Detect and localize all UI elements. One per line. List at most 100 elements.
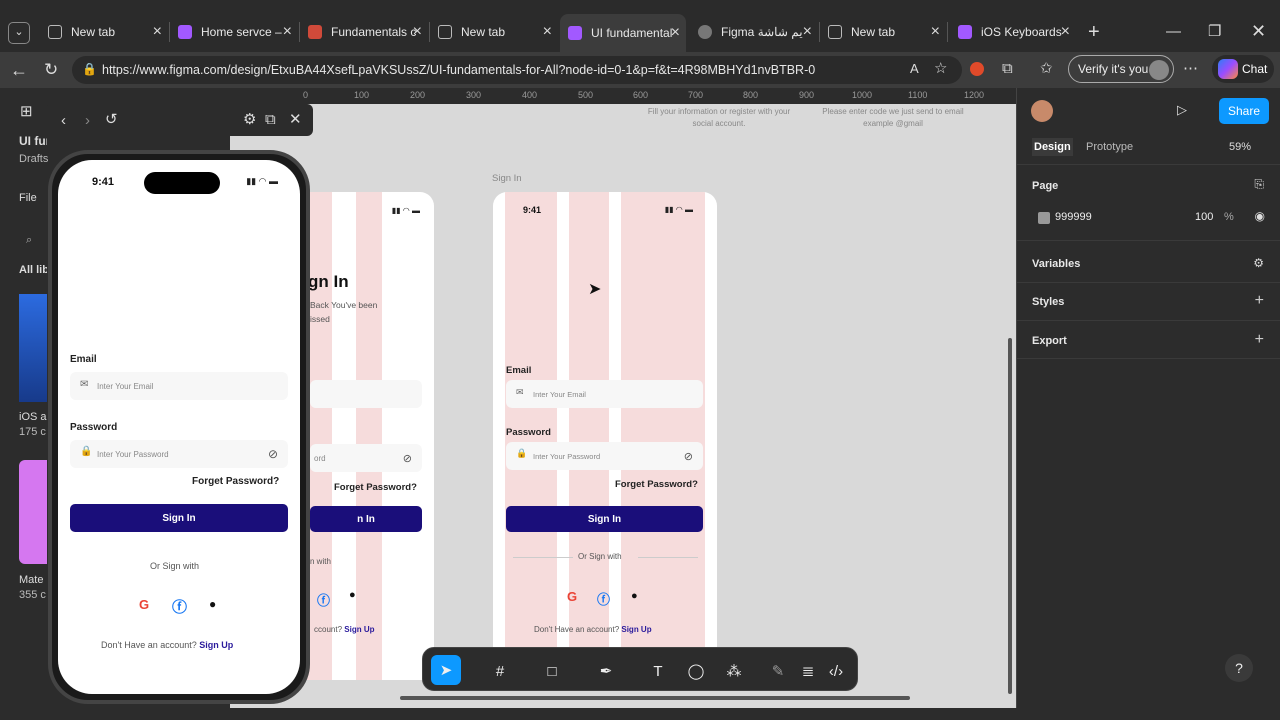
forgot-password-link[interactable]: Forget Password?	[615, 479, 698, 490]
partial-email-field[interactable]	[310, 380, 422, 408]
partial-signup-link[interactable]: Sign Up	[344, 625, 374, 634]
minimize-icon[interactable]: —	[1166, 24, 1181, 39]
actions-tool-icon[interactable]: ⁂	[721, 658, 747, 684]
signup-link[interactable]: Sign Up	[621, 625, 651, 634]
partial-signin-button[interactable]: n In	[310, 506, 422, 532]
phone-screen[interactable]: 9:41 ▮▮ ◠ ▬ Email ✉ Inter Your Email Pass…	[58, 160, 300, 694]
horizontal-scrollbar[interactable]	[400, 696, 910, 700]
password-field[interactable]: 🔒 Inter Your Password ⊘	[506, 442, 703, 470]
material-library-thumbnail[interactable]	[19, 460, 47, 564]
email-field[interactable]: ✉ Inter Your Email	[70, 372, 288, 400]
favorite-star-icon[interactable]: ☆	[934, 61, 947, 76]
text-tool-icon[interactable]: T	[645, 658, 671, 684]
close-icon[interactable]: ×	[153, 23, 162, 41]
tab-6[interactable]: New tab ×	[820, 16, 946, 48]
user-avatar[interactable]	[1031, 100, 1053, 122]
variables-icon[interactable]: ⚙	[1253, 257, 1264, 269]
signin-button[interactable]: Sign In	[506, 506, 703, 532]
eye-off-icon[interactable]: ⊘	[403, 452, 412, 465]
tab-prototype[interactable]: Prototype	[1086, 141, 1133, 153]
eye-off-icon[interactable]: ⊘	[684, 450, 693, 463]
more-icon[interactable]: ⋯	[1183, 61, 1198, 76]
drafts-label[interactable]: Drafts	[19, 153, 48, 165]
tab-design[interactable]: Design	[1032, 138, 1073, 156]
pen-tool-icon[interactable]: ✒	[593, 658, 619, 684]
eye-off-icon[interactable]: ⊘	[268, 447, 278, 461]
new-tab-icon[interactable]: +	[1088, 22, 1100, 42]
reload-icon[interactable]: ↻	[44, 61, 58, 78]
extensions-icon[interactable]: ⧉	[1002, 61, 1013, 76]
design-canvas[interactable]: Fill your information or register with y…	[230, 104, 1016, 708]
close-icon[interactable]: ×	[931, 23, 940, 41]
close-icon[interactable]: ×	[543, 23, 552, 41]
comment-tool-icon[interactable]: ◯	[683, 658, 709, 684]
close-window-icon[interactable]: ✕	[1251, 22, 1266, 40]
settings-sliders-icon[interactable]: ⚙	[243, 112, 256, 127]
eye-icon[interactable]: ◉	[1255, 210, 1265, 222]
facebook-icon[interactable]: ⓕ	[317, 590, 330, 609]
dev-mode-icon[interactable]: ‹/›	[823, 658, 849, 684]
design-mode-icon[interactable]: ≣	[795, 658, 821, 684]
partial-password-field[interactable]: ord ⊘	[310, 444, 422, 472]
open-external-icon[interactable]: ⧉	[265, 112, 276, 127]
ios-library-thumbnail[interactable]	[19, 294, 47, 402]
close-icon[interactable]: ×	[803, 23, 812, 41]
close-icon[interactable]: ×	[413, 23, 422, 41]
draw-mode-icon[interactable]: ✎	[765, 658, 791, 684]
tab-7[interactable]: iOS Keyboards ×	[950, 16, 1076, 48]
frame-signin[interactable]: 9:41 ▮▮ ◠ ▬ Email ✉ Inter Your Email Pass…	[493, 192, 717, 652]
email-field[interactable]: ✉ Inter Your Email	[506, 380, 703, 408]
close-icon[interactable]: ×	[671, 24, 680, 42]
back-icon[interactable]: ←	[10, 61, 28, 79]
help-button[interactable]: ?	[1225, 654, 1253, 682]
close-icon[interactable]: ✕	[289, 112, 302, 127]
password-field[interactable]: 🔒 Inter Your Password ⊘	[70, 440, 288, 468]
tab-3[interactable]: New tab ×	[430, 16, 558, 48]
tab-4-active[interactable]: UI fundamental ×	[560, 14, 686, 52]
page-color-value[interactable]: 999999	[1055, 211, 1092, 223]
read-aloud-icon[interactable]: A	[910, 62, 919, 75]
apple-icon[interactable]: ●	[631, 590, 638, 602]
present-icon[interactable]: ▷	[1177, 103, 1187, 116]
search-icon[interactable]: ⌕	[26, 234, 32, 247]
frame-label[interactable]: Sign In	[492, 173, 522, 184]
add-style-icon[interactable]: +	[1255, 292, 1264, 310]
figma-menu-icon[interactable]: ⊞	[20, 102, 33, 120]
restore-icon[interactable]: ❐	[1208, 24, 1221, 39]
tab-5[interactable]: Figma يم شاشة ×	[690, 16, 818, 48]
rectangle-tool-icon[interactable]: □	[539, 658, 565, 684]
url-field[interactable]: 🔒 https://www.figma.com/design/EtxuBA44X…	[72, 56, 962, 84]
collections-icon[interactable]: ✩	[1040, 61, 1053, 76]
restart-icon[interactable]: ↺	[105, 112, 118, 127]
signin-button[interactable]: Sign In	[70, 504, 288, 532]
page-settings-icon[interactable]: ⎘	[1254, 178, 1264, 190]
extension-red-icon[interactable]	[970, 62, 984, 76]
tab-list-icon[interactable]: ⌄	[8, 22, 30, 44]
close-icon[interactable]: ×	[1061, 23, 1070, 41]
google-icon[interactable]: G	[139, 597, 149, 612]
partial-forgot-link[interactable]: Forget Password?	[334, 482, 417, 493]
vertical-scrollbar[interactable]	[1008, 338, 1012, 694]
chevron-right-icon[interactable]: ›	[85, 113, 90, 128]
facebook-icon[interactable]: ⓕ	[597, 589, 610, 608]
signup-link[interactable]: Sign Up	[199, 640, 233, 650]
forgot-password-link[interactable]: Forget Password?	[192, 476, 279, 487]
apple-icon[interactable]: ●	[349, 589, 356, 601]
tab-0[interactable]: New tab ×	[40, 16, 168, 48]
close-icon[interactable]: ×	[283, 23, 292, 41]
page-opacity-value[interactable]: 100	[1195, 211, 1213, 223]
google-icon[interactable]: G	[567, 589, 577, 604]
file-tab[interactable]: File	[19, 192, 37, 204]
zoom-level[interactable]: 59%	[1229, 141, 1251, 153]
tab-2[interactable]: Fundamentals c ×	[300, 16, 428, 48]
copilot-chat-button[interactable]: Chat	[1212, 55, 1274, 83]
share-button[interactable]: Share	[1219, 98, 1269, 124]
facebook-icon[interactable]: ⓕ	[172, 596, 187, 617]
verify-profile-button[interactable]: Verify it's you	[1068, 55, 1174, 83]
add-export-icon[interactable]: +	[1255, 331, 1264, 349]
move-tool-icon[interactable]: ➤	[431, 655, 461, 685]
frame-tool-icon[interactable]: #	[487, 658, 513, 684]
chevron-left-icon[interactable]: ‹	[61, 113, 66, 128]
apple-icon[interactable]: ●	[209, 597, 216, 611]
tab-1[interactable]: Home servce – ×	[170, 16, 298, 48]
